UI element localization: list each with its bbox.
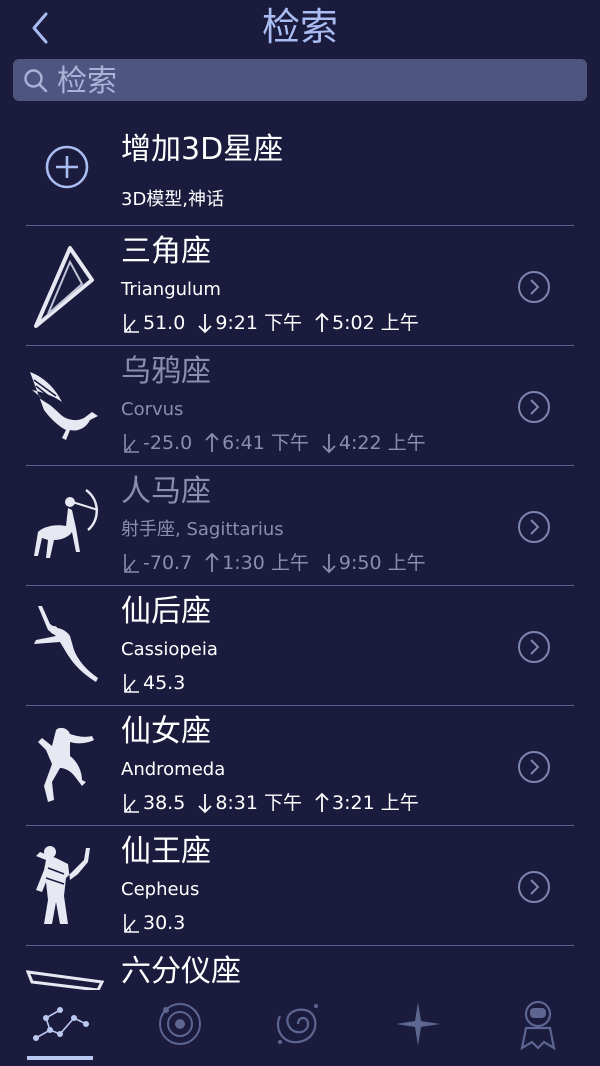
chevron-right-circle-icon[interactable] <box>517 270 551 304</box>
altitude-value: 38.5 <box>143 792 186 814</box>
set-time: 9:50 上午 <box>338 552 426 574</box>
set-time: 4:22 上午 <box>338 432 426 454</box>
set-time: 9:21 下午 <box>215 312 303 334</box>
header: 检索 <box>0 0 600 56</box>
cassiopeia-figure-icon <box>34 606 98 682</box>
rise-time: 3:21 上午 <box>332 792 419 814</box>
arrow-up-icon <box>205 432 219 452</box>
sextans-figure-icon <box>26 970 104 990</box>
arrow-down-icon <box>198 794 212 814</box>
altitude-value: 30.3 <box>143 912 186 934</box>
constellation-name: 仙女座 <box>121 714 211 749</box>
search-icon <box>24 69 48 93</box>
constellation-row-cepheus[interactable]: 仙王座 Cepheus 30.3 <box>0 826 600 945</box>
arrow-down-icon <box>198 314 212 334</box>
cepheus-figure-icon <box>36 846 90 924</box>
tab-deep-sky[interactable] <box>268 994 328 1054</box>
constellation-stats: 51.0 9:21 下午 5:02 上午 <box>121 310 431 336</box>
astronaut-icon <box>520 1000 556 1051</box>
sagittarius-figure-icon <box>34 488 99 558</box>
arrow-up-icon <box>205 552 219 572</box>
arrow-down-icon <box>322 434 336 454</box>
chevron-right-circle-icon[interactable] <box>517 870 551 904</box>
constellation-latin-name: Andromeda <box>121 759 226 780</box>
constellation-name: 仙王座 <box>121 834 211 869</box>
tab-solar-system[interactable] <box>150 994 210 1054</box>
rise-time: 6:41 下午 <box>222 432 309 454</box>
altitude-icon <box>124 434 139 453</box>
altitude-icon <box>124 314 139 333</box>
triangulum-figure-icon <box>34 246 94 328</box>
constellation-row-cassiopeia[interactable]: 仙后座 Cassiopeia 45.3 <box>0 586 600 705</box>
tab-stars[interactable] <box>388 994 448 1054</box>
set-time: 8:31 下午 <box>215 792 303 814</box>
tab-satellites[interactable] <box>508 994 568 1054</box>
constellation-latin-name: Triangulum <box>121 279 221 300</box>
constellation-stats: -70.7 1:30 上午 9:50 上午 <box>121 550 438 576</box>
altitude-icon <box>124 674 139 693</box>
constellation-latin-name: Cepheus <box>121 879 200 900</box>
constellation-stats: 45.3 <box>121 670 197 696</box>
rise-time: 5:02 上午 <box>332 312 419 334</box>
chevron-right-circle-icon[interactable] <box>517 630 551 664</box>
constellation-stats: 30.3 <box>121 910 197 936</box>
arrow-up-icon <box>315 312 329 332</box>
chevron-right-circle-icon[interactable] <box>517 750 551 784</box>
constellation-latin-name: 射手座, Sagittarius <box>121 519 284 540</box>
constellation-row-sextans[interactable]: 六分仪座 <box>0 946 600 990</box>
chevron-right-circle-icon[interactable] <box>517 390 551 424</box>
search-bar[interactable] <box>13 59 587 103</box>
constellation-name: 六分仪座 <box>121 954 241 989</box>
arrow-down-icon <box>322 554 336 574</box>
page-title: 检索 <box>261 5 338 49</box>
add-title: 增加3D星座 <box>121 132 284 167</box>
constellation-latin-name: Cassiopeia <box>121 639 218 660</box>
constellation-name: 三角座 <box>121 234 211 269</box>
altitude-value: -70.7 <box>143 552 193 574</box>
constellations-icon <box>33 1007 89 1041</box>
chevron-right-circle-icon[interactable] <box>517 510 551 544</box>
constellation-row-andromeda[interactable]: 仙女座 Andromeda 38.5 8:31 下午 3:21 上午 <box>0 706 600 825</box>
bottom-tab-bar <box>0 990 600 1066</box>
galaxy-icon <box>276 1004 318 1044</box>
add-circle-icon <box>45 145 89 189</box>
altitude-icon <box>124 794 139 813</box>
constellation-row-sagittarius[interactable]: 人马座 射手座, Sagittarius -70.7 1:30 上午 9:50 … <box>0 466 600 585</box>
constellation-name: 人马座 <box>121 474 211 509</box>
constellation-stats: 38.5 8:31 下午 3:21 上午 <box>121 790 431 816</box>
star-icon <box>396 1002 440 1046</box>
constellation-latin-name: Corvus <box>121 399 184 420</box>
add-3d-constellation-row[interactable]: 增加3D星座 3D模型,神话 <box>0 110 600 226</box>
tab-constellations[interactable] <box>30 994 90 1054</box>
search-input[interactable] <box>55 59 579 103</box>
altitude-icon <box>124 554 139 573</box>
constellation-name: 乌鸦座 <box>121 354 211 389</box>
altitude-value: 51.0 <box>143 312 186 334</box>
corvus-figure-icon <box>30 372 98 440</box>
altitude-value: -25.0 <box>143 432 193 454</box>
constellation-stats: -25.0 6:41 下午 4:22 上午 <box>121 430 438 456</box>
active-tab-indicator <box>27 1056 93 1060</box>
altitude-icon <box>124 914 139 933</box>
rise-time: 1:30 上午 <box>222 552 309 574</box>
constellation-row-corvus[interactable]: 乌鸦座 Corvus -25.0 6:41 下午 4:22 上午 <box>0 346 600 465</box>
constellation-row-triangulum[interactable]: 三角座 Triangulum 51.0 9:21 下午 5:02 上午 <box>0 226 600 345</box>
add-subtitle: 3D模型,神话 <box>121 189 225 210</box>
andromeda-figure-icon <box>38 727 94 802</box>
arrow-up-icon <box>315 792 329 812</box>
altitude-value: 45.3 <box>143 672 186 694</box>
constellation-name: 仙后座 <box>121 594 211 629</box>
solar-system-icon <box>159 1003 201 1045</box>
